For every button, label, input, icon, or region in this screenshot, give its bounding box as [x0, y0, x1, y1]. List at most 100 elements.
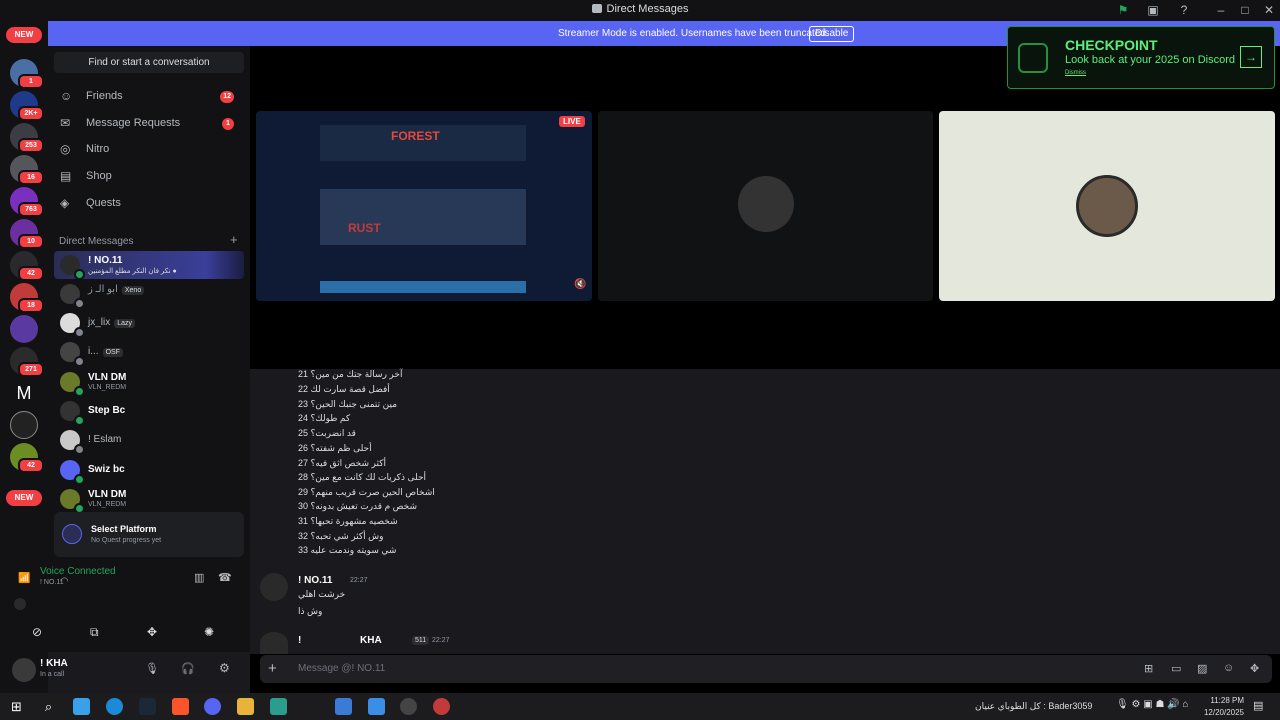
nav-nitro[interactable]: ◎ Nitro	[54, 138, 244, 162]
app-icon[interactable]	[335, 698, 352, 715]
dm-item[interactable]: VLN DM VLN_REDM	[54, 368, 244, 397]
dm-item[interactable]: Swiz bc	[54, 456, 244, 485]
mention-badge: 253	[18, 138, 44, 153]
close-icon[interactable]: ✕	[1262, 4, 1276, 17]
message-composer[interactable]: + Message @! NO.11 ⊞ ▭ ▨ ☺ ✥	[260, 655, 1272, 683]
message-author[interactable]: ! NO.11	[298, 575, 332, 586]
clock-date[interactable]: 12/20/2025	[1196, 708, 1244, 717]
stream-preview	[320, 281, 526, 293]
server-icon[interactable]: M	[10, 379, 38, 407]
minimize-icon[interactable]: –	[1214, 4, 1228, 17]
app-icon[interactable]	[433, 698, 450, 715]
message-author[interactable]: !	[298, 635, 301, 646]
tray-now-playing[interactable]: كل الطوباي عنيان : Bader3059	[975, 701, 1092, 712]
message-author-name[interactable]: KHA	[360, 635, 382, 646]
search-input[interactable]: Find or start a conversation	[54, 52, 244, 73]
noise-suppression-icon[interactable]: ▥	[194, 571, 204, 584]
windows-start-icon[interactable]: ⊞	[8, 698, 25, 715]
server-icon[interactable]	[10, 411, 38, 439]
nav-friends[interactable]: ☺ Friends 12	[54, 85, 244, 109]
notifications-icon[interactable]: ▤	[1253, 699, 1263, 712]
edge-icon[interactable]	[106, 698, 123, 715]
help-icon[interactable]: ?	[1177, 4, 1191, 17]
disconnect-icon[interactable]: ☎	[218, 571, 232, 584]
username: ! KHA	[40, 658, 68, 669]
dm-item[interactable]: VLN DM VLN_REDM	[54, 485, 244, 514]
brave-icon[interactable]	[172, 698, 189, 715]
headphones-icon[interactable]: 🎧	[181, 662, 195, 675]
mute-icon[interactable]: 🔇	[574, 279, 586, 290]
checkpoint-promo[interactable]: CHECKPOINT Look back at your 2025 on Dis…	[1007, 26, 1275, 89]
arrow-right-icon[interactable]: →	[1240, 46, 1262, 68]
activities-icon[interactable]: ✥	[147, 625, 157, 639]
game-title: FOREST	[391, 129, 440, 143]
author-avatar[interactable]	[260, 632, 288, 654]
disable-button[interactable]: Disable	[809, 26, 855, 42]
message-line: خرشت اهلي	[298, 589, 346, 599]
app-icon[interactable]	[400, 698, 417, 715]
discord-icon[interactable]	[204, 698, 221, 715]
status-dot	[74, 298, 85, 309]
user-avatar[interactable]	[12, 658, 36, 682]
mention-badge: 763	[18, 202, 44, 217]
message-line: 31 شخصيه مشهورة تحبها؟	[298, 516, 398, 526]
search-icon[interactable]: ⌕	[40, 698, 57, 715]
clock-time[interactable]: 11:28 PM	[1200, 696, 1244, 705]
participant-tile[interactable]	[598, 111, 933, 301]
message-line: 23 مين تتمنى جنبك الحين؟	[298, 399, 398, 409]
dm-item[interactable]: i... OSF	[54, 338, 244, 367]
add-dm-icon[interactable]: +	[230, 232, 238, 247]
server-icon[interactable]	[10, 315, 38, 343]
screen-share-icon[interactable]: ▣	[1146, 4, 1160, 17]
gift-icon[interactable]: ⊞	[1144, 662, 1153, 675]
dm-item[interactable]: ابو الـ ز Xeno	[54, 280, 244, 309]
settings-icon[interactable]: ⚙	[219, 661, 230, 675]
store-icon[interactable]	[270, 698, 287, 715]
guild-list: NEW 1 2K+ 253 16 763 10 42 18 271 M 42 N…	[0, 21, 48, 693]
nav-quests[interactable]: ◈ Quests	[54, 192, 244, 216]
app-icon[interactable]	[368, 698, 385, 715]
attach-icon[interactable]: +	[268, 660, 277, 677]
mention-badge: 42	[18, 266, 44, 281]
status-dot	[74, 415, 85, 426]
sticker-icon[interactable]: ▨	[1197, 662, 1207, 675]
message-line: 24 كم طولك؟	[298, 413, 351, 423]
gif-icon[interactable]: ▭	[1171, 662, 1181, 675]
dismiss-link[interactable]: Dismiss	[1065, 70, 1086, 76]
shop-icon: ▤	[60, 169, 72, 183]
quest-subtitle: No Quest progress yet	[91, 537, 162, 544]
participant-tile[interactable]	[939, 111, 1275, 301]
quest-card[interactable]: Select Platform No Quest progress yet	[54, 512, 244, 557]
clan-tag: OSF	[102, 348, 123, 357]
soundboard-icon[interactable]: ✺	[204, 625, 214, 639]
dm-item[interactable]: ! Eslam	[54, 426, 244, 455]
quest-icon	[62, 524, 82, 544]
message-line: 32 وش أكثر شي تحبه؟	[298, 531, 384, 541]
flag-icon[interactable]: ⚑	[1116, 4, 1130, 17]
message-input[interactable]: Message @! NO.11	[298, 663, 385, 674]
live-badge: LIVE	[559, 116, 585, 127]
stream-tile[interactable]: FOREST RUST LIVE 🔇	[256, 111, 592, 301]
status-dot	[74, 474, 85, 485]
apps-icon[interactable]: ✥	[1250, 662, 1259, 675]
nav-message-requests[interactable]: ✉ Message Requests 1	[54, 112, 244, 136]
voice-channel[interactable]: ! NO.11	[40, 579, 64, 586]
message-line: 21 آخر رسالة جتك من مين؟	[298, 369, 403, 379]
steam-icon[interactable]	[139, 698, 156, 715]
screen-share-icon[interactable]: ⧉	[90, 625, 99, 640]
maximize-icon[interactable]: □	[1238, 4, 1252, 17]
mic-icon[interactable]: 🎙	[145, 662, 159, 675]
file-explorer-icon[interactable]	[237, 698, 254, 715]
user-status: In a call	[40, 671, 65, 678]
participant-avatar	[1076, 175, 1138, 237]
camera-off-icon[interactable]: ⊘	[32, 625, 42, 639]
author-avatar[interactable]	[260, 573, 288, 601]
voice-participant-avatar	[14, 598, 26, 610]
emoji-icon[interactable]: ☺	[1223, 662, 1234, 674]
tray-icons[interactable]: 🎙 ⚙ ▣ ☗ 🔊 ⌂	[1116, 699, 1188, 710]
dm-item[interactable]: Step Bc	[54, 397, 244, 426]
dm-item[interactable]: jx_lix Lazy	[54, 309, 244, 338]
nav-shop[interactable]: ▤ Shop	[54, 165, 244, 189]
dm-item[interactable]: ! NO.11 نكر فان النكر مطلع المؤمنين ●	[54, 251, 244, 280]
copilot-icon[interactable]	[73, 698, 90, 715]
